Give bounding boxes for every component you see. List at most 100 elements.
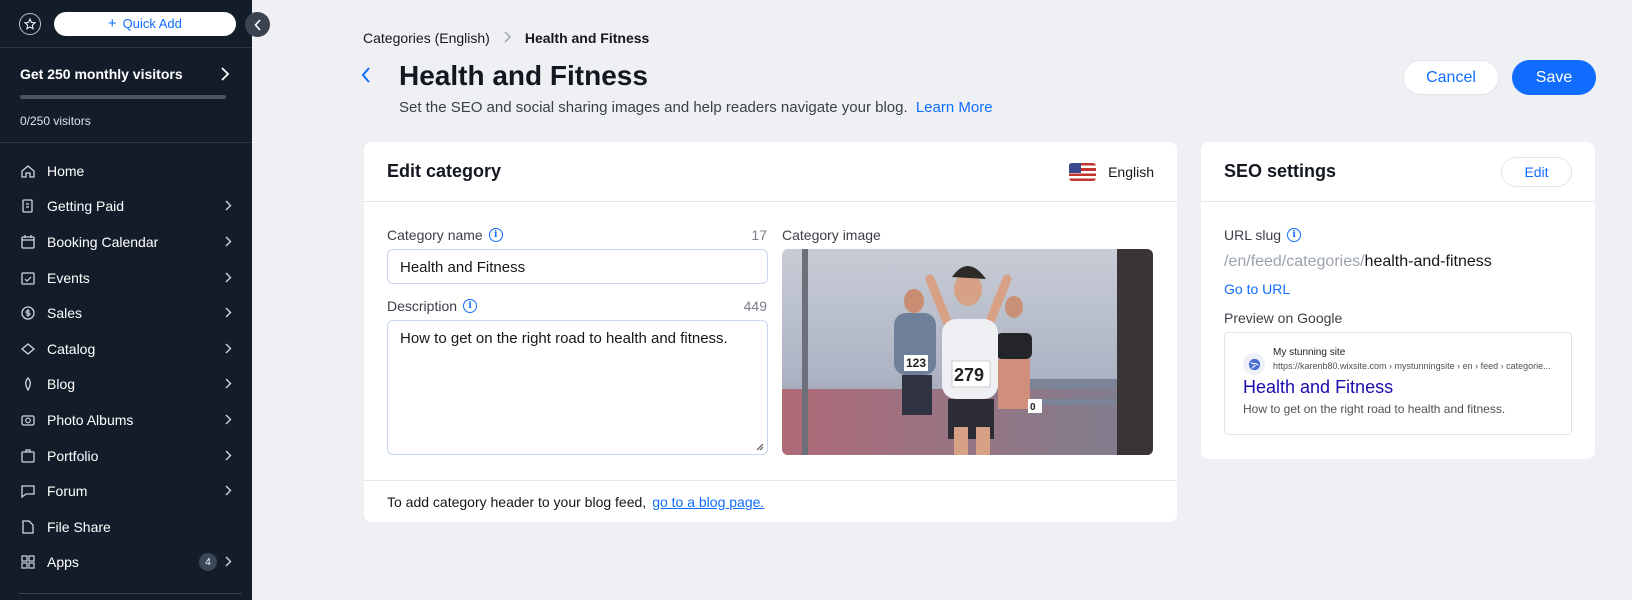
chevron-right-icon [225,376,232,392]
seo-settings-card: SEO settings Edit URL slug i /en/feed/ca… [1201,142,1595,459]
category-name-char-count: 17 [751,227,767,243]
edit-category-title: Edit category [387,161,502,181]
description-textarea[interactable]: How to get on the right road to health a… [387,320,768,455]
sidebar-item-booking-calendar[interactable]: Booking Calendar [0,224,252,260]
sidebar-item-label: Apps [47,554,79,571]
chevron-right-icon [225,234,232,250]
camera-icon [20,412,36,428]
go-to-url-link[interactable]: Go to URL [1224,281,1290,297]
breadcrumb-current: Health and Fitness [524,30,650,46]
description-char-count: 449 [743,298,767,314]
google-preview: My stunning site https://karenb80.wixsit… [1224,332,1572,435]
url-slug-prefix: /en/feed/categories/ [1224,253,1365,270]
sidebar-item-home[interactable]: Home [0,153,252,189]
google-site-name: My stunning site [1273,347,1346,358]
save-button[interactable]: Save [1512,60,1596,95]
star-icon [23,17,36,30]
chevron-right-icon [225,448,232,464]
sidebar-item-label: Home [47,162,85,179]
category-name-input[interactable]: Health and Fitness [387,249,768,284]
favorites-button[interactable] [19,12,41,35]
collapse-sidebar-button[interactable] [245,12,270,37]
url-slug-label: URL slug i [1224,227,1302,243]
sidebar-item-catalog[interactable]: Catalog [0,331,252,367]
category-image[interactable]: 123 0 279 [782,249,1153,455]
sidebar-item-label: Booking Calendar [47,233,159,250]
resize-handle-icon[interactable] [754,441,764,451]
sidebar-item-sales[interactable]: Sales [0,295,252,331]
quick-add-label: Quick Add [122,16,182,31]
sidebar-item-photo-albums[interactable]: Photo Albums [0,402,252,438]
visitors-promo-title: Get 250 monthly visitors [20,66,183,82]
visitors-progress-bar [20,95,226,99]
category-name-label: Category name i [387,227,503,243]
sidebar-item-label: Blog [47,376,76,393]
home-icon [20,163,36,179]
sidebar-item-apps[interactable]: Apps 4 [0,545,252,581]
bib-number-center: 279 [954,365,984,385]
description-label: Description i [387,298,478,314]
sidebar-item-portfolio[interactable]: Portfolio [0,438,252,474]
forum-icon [20,483,36,499]
url-slug: /en/feed/categories/health-and-fitness [1224,253,1492,271]
google-url: https://karenb80.wixsite.com › mystunnin… [1273,361,1551,371]
getting-paid-icon [20,198,36,214]
info-icon[interactable]: i [488,228,503,242]
chevron-right-icon [225,198,232,214]
language-label: English [1108,163,1154,180]
chevron-right-icon [225,305,232,321]
sidebar-item-label: Portfolio [47,447,99,464]
sidebar-nav: Home Getting Paid Booking Calendar Events Sa… [0,153,252,580]
events-icon [20,270,36,286]
language-selector[interactable]: English [1069,162,1154,181]
sidebar-divider [19,593,242,594]
preview-on-google-label: Preview on Google [1224,310,1343,326]
back-button[interactable] [361,67,371,88]
sidebar-item-label: File Share [47,518,111,535]
info-icon[interactable]: i [463,299,478,313]
google-description: How to get on the right road to health a… [1243,402,1506,416]
sidebar-item-forum[interactable]: Forum [0,473,252,509]
blog-icon [20,376,36,392]
apps-icon [20,554,36,570]
url-slug-value: health-and-fitness [1364,253,1492,270]
bib-number-left: 123 [906,356,926,370]
url-slug-label-text: URL slug [1224,227,1282,243]
sidebar-top: + Quick Add [0,0,252,48]
go-to-blog-page-link[interactable]: go to a blog page. [652,494,764,510]
page-subtitle: Set the SEO and social sharing images an… [399,99,993,116]
arrow-left-icon [361,67,370,83]
sidebar-item-label: Getting Paid [47,198,125,215]
description-text: How to get on the right road to health a… [400,330,728,347]
edit-seo-button[interactable]: Edit [1501,156,1572,187]
edit-category-card: Edit category English Category name i 17… [364,142,1177,522]
chevron-right-icon [225,554,232,570]
visitors-count: 0/250 visitors [20,114,91,128]
category-image-label: Category image [782,227,881,243]
page-subtitle-text: Set the SEO and social sharing images an… [399,99,908,116]
sidebar-item-label: Sales [47,305,83,322]
sidebar-item-label: Catalog [47,340,96,357]
sidebar-item-getting-paid[interactable]: Getting Paid [0,189,252,225]
learn-more-link[interactable]: Learn More [916,99,993,116]
sidebar-item-file-share[interactable]: File Share [0,509,252,545]
chevron-right-icon [225,483,232,499]
bib-number-right: 0 [1030,402,1036,413]
category-name-label-text: Category name [387,227,483,243]
description-label-text: Description [387,298,458,314]
sidebar-item-blog[interactable]: Blog [0,367,252,403]
chevron-right-icon [225,341,232,357]
cancel-button[interactable]: Cancel [1403,60,1499,95]
sidebar-item-label: Photo Albums [47,411,134,428]
chevron-right-icon [221,67,230,81]
card-footer: To add category header to your blog feed… [364,480,1177,522]
sidebar-item-events[interactable]: Events [0,260,252,296]
seo-settings-title: SEO settings [1224,161,1337,181]
sales-icon [20,305,36,321]
breadcrumb-parent[interactable]: Categories (English) [363,30,490,46]
chevron-left-icon [253,18,261,31]
quick-add-button[interactable]: + Quick Add [53,11,236,36]
visitors-promo[interactable]: Get 250 monthly visitors 0/250 visitors [0,48,252,143]
info-icon[interactable]: i [1287,228,1302,242]
plus-icon: + [107,15,117,32]
